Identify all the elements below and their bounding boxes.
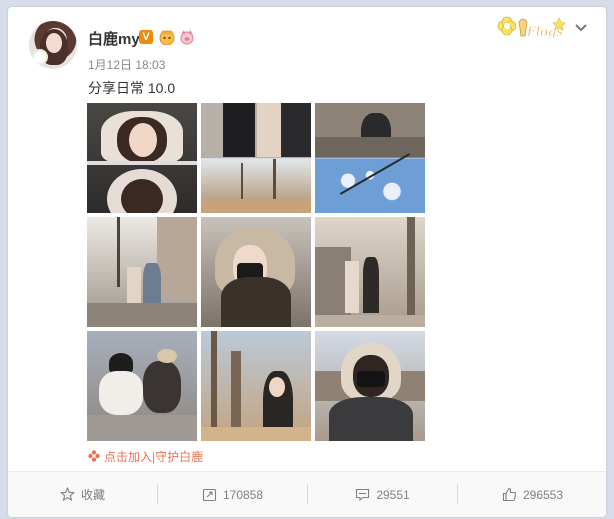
like-button[interactable]: 296553: [458, 472, 607, 517]
photo-grid: [87, 103, 426, 441]
avatar[interactable]: [29, 21, 77, 69]
flower-icon: [88, 450, 100, 462]
photo-7[interactable]: [87, 331, 197, 441]
repost-icon: [202, 488, 217, 502]
post-text: 分享日常 10.0: [88, 80, 176, 96]
photo-8[interactable]: [201, 331, 311, 441]
photo-9[interactable]: [315, 331, 425, 441]
like-thumb-icon: [502, 487, 517, 502]
verified-badge[interactable]: V: [139, 30, 153, 44]
photo-2[interactable]: [201, 103, 311, 213]
comment-icon: [356, 488, 370, 502]
favorite-button[interactable]: 收藏: [8, 472, 157, 517]
join-fan-group-link[interactable]: 点击加入|守护白鹿: [88, 448, 203, 465]
like-count: 296553: [522, 487, 564, 502]
comment-button[interactable]: 29551: [308, 472, 457, 517]
favorite-star-icon: [59, 487, 75, 502]
photo-6[interactable]: [315, 217, 425, 327]
join-link-text[interactable]: 点击加入|守护白鹿: [104, 450, 203, 464]
repost-count: 170858: [222, 487, 264, 502]
author-name[interactable]: 白鹿my: [88, 28, 140, 49]
repost-button[interactable]: 170858: [158, 472, 307, 517]
crown-icon[interactable]: [157, 28, 177, 45]
favorite-label: 收藏: [80, 488, 105, 502]
weibo-post-card: 白鹿my V 1月12日 18:03 分享日常 10.0 Flogs 点击加入|…: [8, 7, 606, 517]
post-timestamp[interactable]: 1月12日 18:03: [88, 56, 165, 73]
chevron-down-icon[interactable]: [574, 23, 588, 33]
photo-4[interactable]: [87, 217, 197, 327]
comment-count: 29551: [376, 487, 410, 502]
photo-1[interactable]: [87, 103, 197, 213]
pig-icon[interactable]: [180, 29, 194, 45]
decoration-sticker-icon: Flogs: [497, 16, 566, 40]
photo-5[interactable]: [201, 217, 311, 327]
action-bar: 收藏 170858 29551 296553: [8, 472, 606, 517]
photo-3[interactable]: [315, 103, 425, 213]
